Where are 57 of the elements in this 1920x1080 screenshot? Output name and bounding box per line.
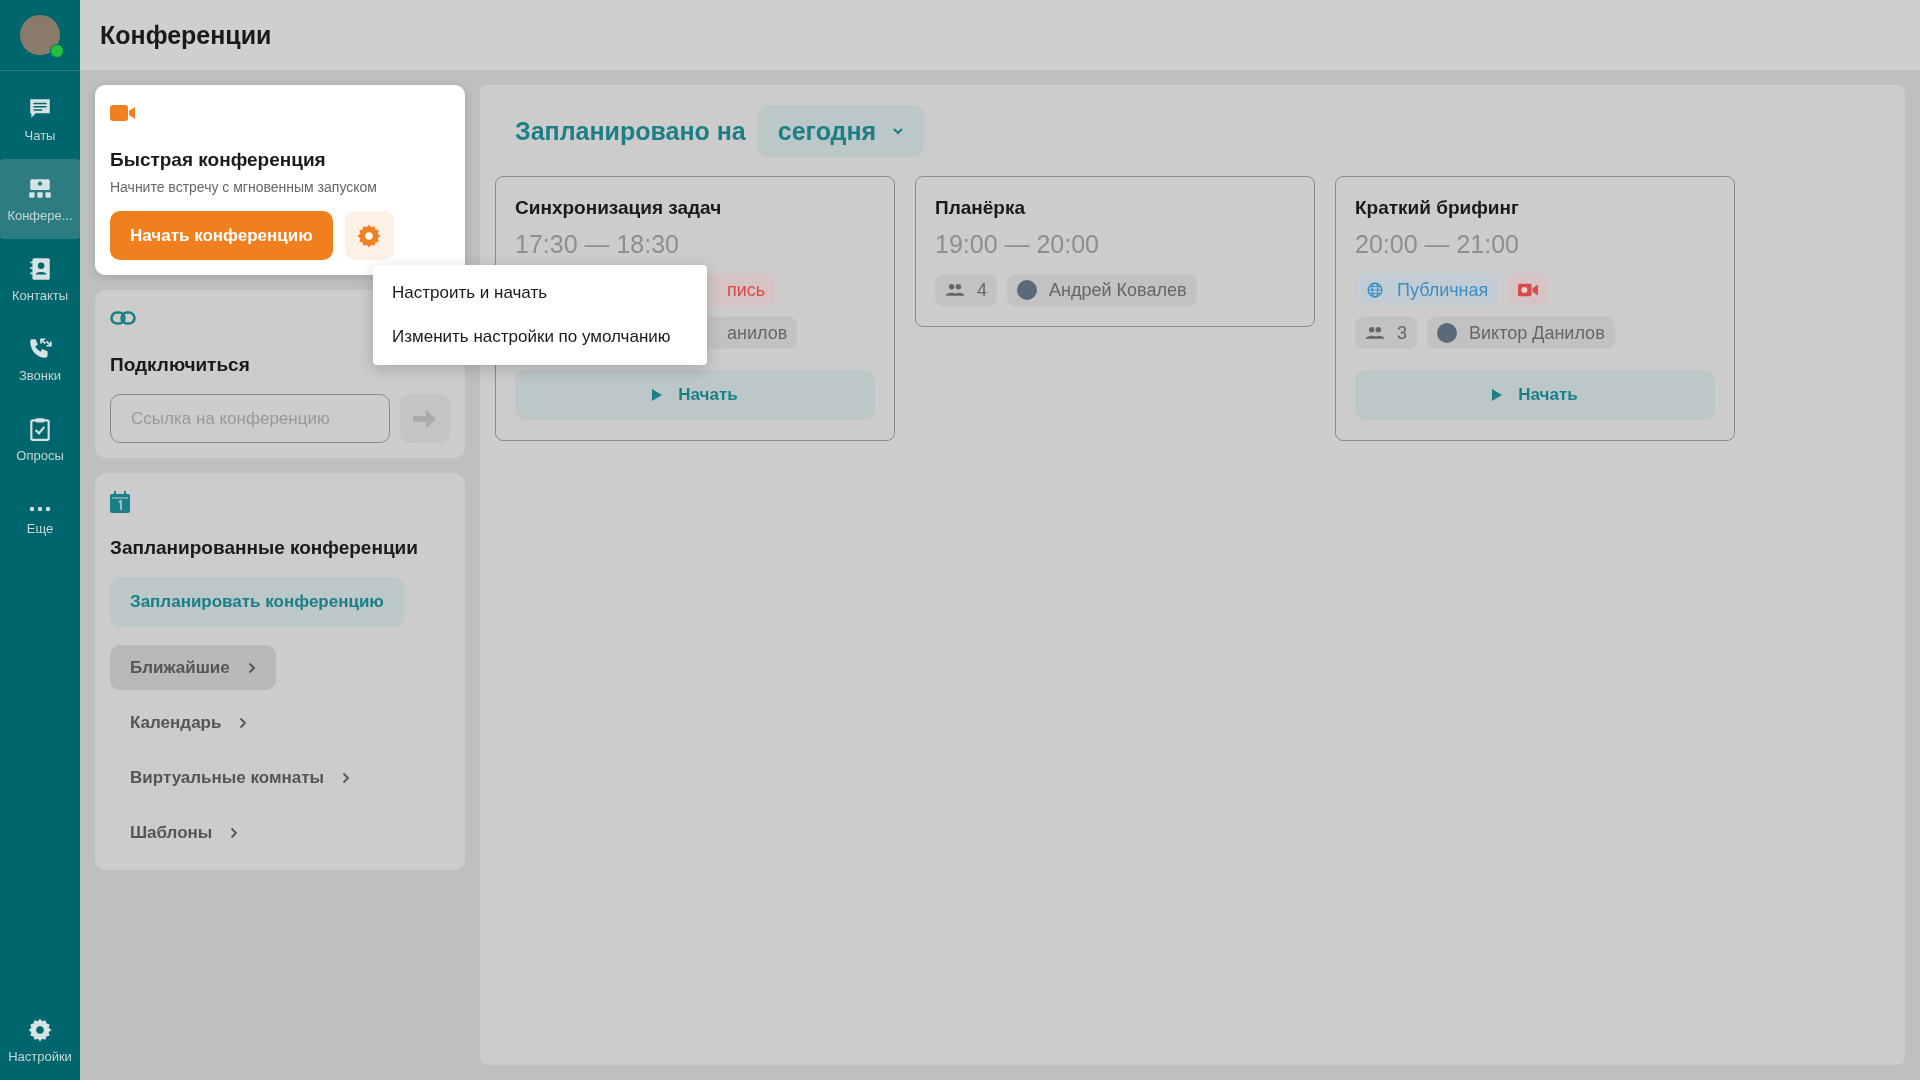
schedule-conference-button[interactable]: Запланировать конференцию bbox=[110, 577, 404, 627]
sidebar-nav-item[interactable]: Еще bbox=[0, 479, 80, 559]
play-icon bbox=[652, 389, 663, 401]
settings-icon bbox=[27, 1016, 53, 1043]
settings-button[interactable] bbox=[344, 211, 394, 260]
settings-nav-item[interactable]: Настройки bbox=[0, 1000, 80, 1080]
join-button[interactable] bbox=[400, 394, 450, 443]
people-icon bbox=[945, 282, 965, 298]
contact-book-icon bbox=[27, 255, 53, 282]
start-meeting-button[interactable]: Начать bbox=[1355, 370, 1715, 420]
clipboard-check-icon bbox=[27, 415, 53, 442]
page-title: Конференции bbox=[100, 20, 272, 50]
sidebar-nav-item[interactable]: Контакты bbox=[0, 239, 80, 319]
sidebar-nav-item[interactable]: Конфере... bbox=[0, 159, 80, 239]
chevron-right-icon bbox=[247, 661, 256, 674]
chevron-right-icon bbox=[230, 826, 239, 839]
card-title: Быстрая конференция bbox=[110, 149, 327, 171]
chevron-right-icon bbox=[239, 716, 248, 729]
caret-icon bbox=[892, 127, 905, 135]
organizer-tag: Виктор Данилов bbox=[1427, 317, 1615, 349]
record-camera-icon bbox=[1518, 282, 1539, 298]
user-avatar[interactable] bbox=[20, 15, 60, 55]
chevron-right-icon bbox=[342, 771, 351, 784]
start-meeting-button[interactable]: Начать bbox=[515, 370, 875, 420]
settings-icon bbox=[356, 222, 383, 249]
arrow-right-icon bbox=[413, 408, 437, 429]
schedule-nav-link[interactable]: Календарь bbox=[110, 700, 268, 745]
card-title: Запланированные конференции bbox=[110, 537, 419, 559]
participants-tag: 4 bbox=[935, 274, 997, 306]
meeting-title: Синхронизация задач bbox=[515, 197, 723, 219]
play-icon bbox=[1492, 389, 1503, 401]
link-icon bbox=[110, 308, 136, 328]
schedule-nav-link[interactable]: Виртуальные комнаты bbox=[110, 755, 371, 800]
sidebar-nav-item[interactable]: Звонки bbox=[0, 319, 80, 399]
meeting-title: Планёрка bbox=[935, 197, 1027, 219]
schedule-nav-link[interactable]: Шаблоны bbox=[110, 810, 259, 855]
meeting-title: Краткий брифинг bbox=[1355, 197, 1520, 219]
period-dropdown[interactable]: сегодня bbox=[757, 105, 925, 157]
people-icon bbox=[1365, 325, 1385, 341]
avatar-circle bbox=[1017, 280, 1037, 300]
card-title: Подключиться bbox=[110, 354, 251, 376]
avatar-circle bbox=[1437, 323, 1457, 343]
meeting-time: 19:00 — 20:00 bbox=[935, 230, 1100, 259]
schedule-nav-link[interactable]: Ближайшие bbox=[110, 645, 276, 690]
card-subtitle: Начните встречу с мгновенным запуском bbox=[110, 179, 378, 195]
globe-icon bbox=[1365, 282, 1385, 298]
start-conference-button[interactable]: Начать конференцию bbox=[110, 211, 333, 260]
video-camera-icon bbox=[110, 103, 136, 123]
sidebar-nav-item[interactable]: Чаты bbox=[0, 79, 80, 159]
schedule-heading: Запланировано на bbox=[515, 116, 746, 146]
meeting-time: 20:00 — 21:00 bbox=[1355, 230, 1520, 259]
visibility-tag: Публичная bbox=[1355, 274, 1499, 306]
meeting-time: 17:30 — 18:30 bbox=[515, 230, 680, 259]
organizer-tag: Андрей Ковалев bbox=[1007, 274, 1197, 306]
calendar-icon bbox=[110, 491, 130, 513]
sidebar-nav-item[interactable]: Опросы bbox=[0, 399, 80, 479]
participants-tag: 3 bbox=[1355, 317, 1417, 349]
